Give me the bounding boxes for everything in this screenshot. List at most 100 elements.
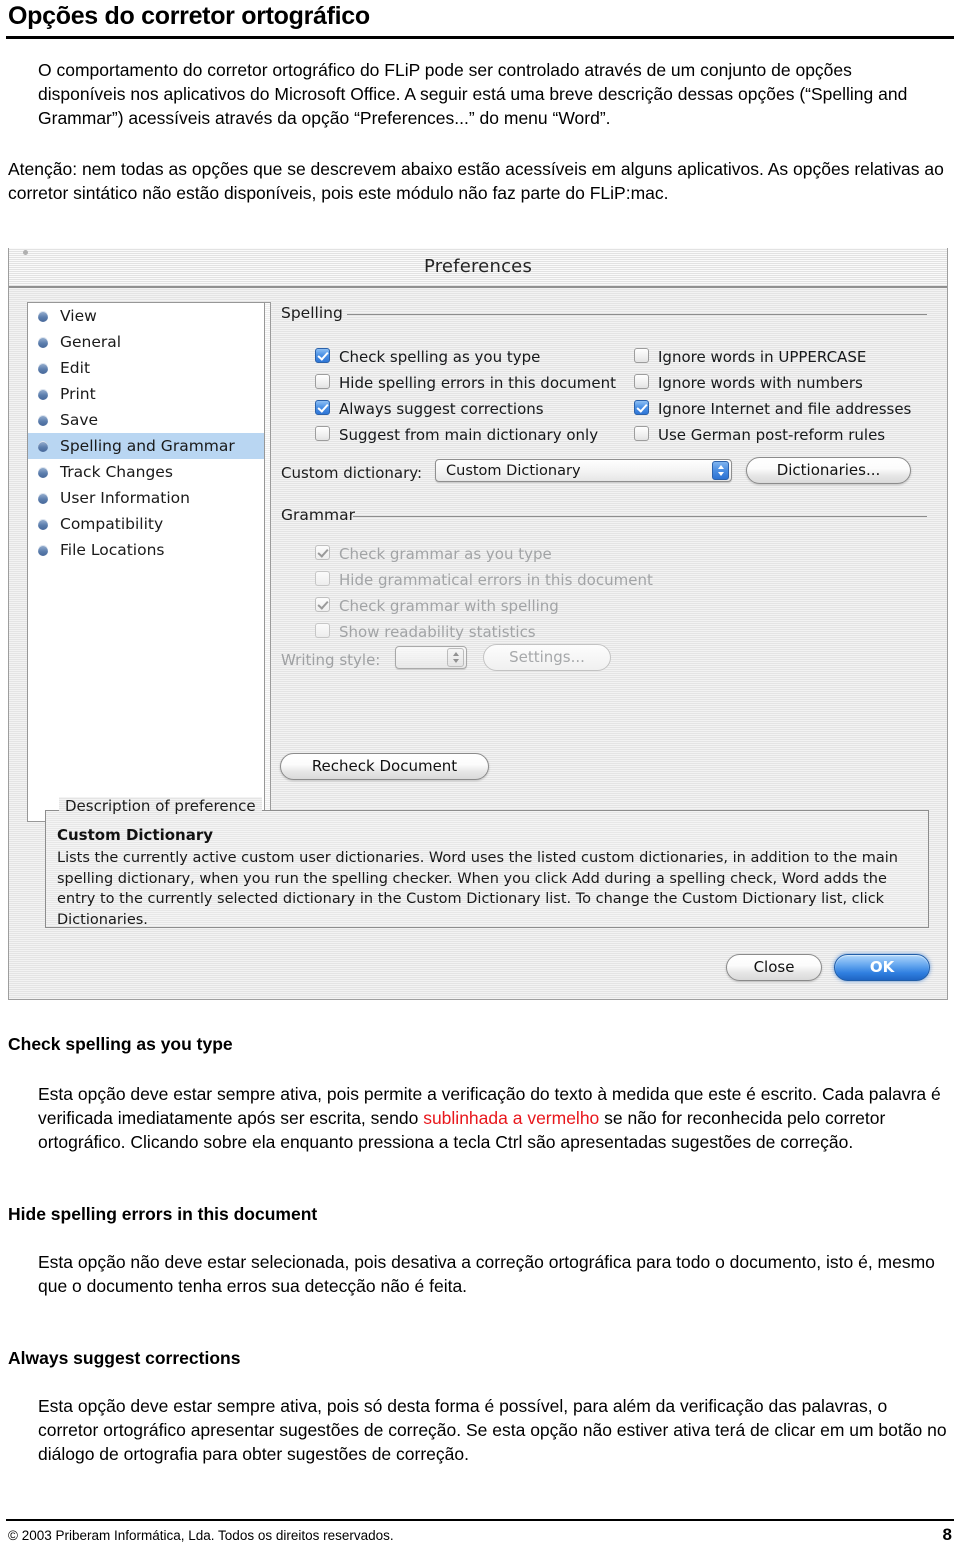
sidebar-item-save[interactable]: Save	[28, 407, 264, 433]
spelling-group-label: Spelling	[281, 304, 343, 322]
footer-copyright: © 2003 Priberam Informática, Lda. Todos …	[8, 1528, 394, 1543]
section-heading-always-suggest: Always suggest corrections	[8, 1348, 241, 1368]
checkbox-empty-icon	[315, 571, 330, 586]
checkmark-icon	[315, 597, 330, 612]
sidebar-item-spelling-and-grammar[interactable]: Spelling and Grammar	[28, 433, 264, 459]
sidebar-item-label: Spelling and Grammar	[60, 437, 235, 455]
intro-paragraph-2: Atenção: nem todas as opções que se desc…	[8, 159, 944, 203]
checkbox-empty-icon	[315, 426, 330, 441]
recheck-document-button[interactable]: Recheck Document	[280, 753, 489, 780]
sidebar-item-track-changes[interactable]: Track Changes	[28, 459, 264, 485]
sidebar-item-file-locations[interactable]: File Locations	[28, 537, 264, 563]
section-body-always-suggest: Esta opção deve estar sempre ativa, pois…	[38, 1396, 947, 1464]
checkbox-use-german-post-reform-rules[interactable]: Use German post-reform rules	[634, 426, 885, 444]
sidebar-item-user-information[interactable]: User Information	[28, 485, 264, 511]
sidebar-bullet-icon	[38, 545, 48, 556]
checkmark-icon	[315, 545, 330, 560]
checkbox-hide-grammatical-errors-in-this-document: Hide grammatical errors in this document	[315, 571, 653, 589]
section-heading-hide-errors: Hide spelling errors in this document	[8, 1204, 318, 1224]
sidebar-item-print[interactable]: Print	[28, 381, 264, 407]
checkbox-suggest-from-main-dictionary-only[interactable]: Suggest from main dictionary only	[315, 426, 598, 444]
sidebar-item-label: File Locations	[60, 541, 165, 559]
document-page: Opções do corretor ortográfico O comport…	[0, 0, 960, 1567]
section-body-check-spelling: Esta opção deve estar sempre ativa, pois…	[38, 1082, 944, 1154]
sidebar-item-label: Print	[60, 385, 96, 403]
sidebar-item-general[interactable]: General	[28, 329, 264, 355]
checkbox-label: Ignore words with numbers	[658, 374, 863, 392]
section-body-red-text: sublinhada a vermelho	[423, 1108, 600, 1128]
checkbox-label: Suggest from main dictionary only	[339, 426, 599, 444]
sidebar-bullet-icon	[38, 389, 48, 400]
sidebar-bullet-icon	[38, 311, 48, 322]
title-divider	[6, 36, 954, 39]
checkbox-check-grammar-as-you-type: Check grammar as you type	[315, 545, 552, 563]
custom-dictionary-popup[interactable]: Custom Dictionary	[435, 459, 732, 482]
description-heading: Custom Dictionary	[57, 826, 214, 844]
footer-page-number: 8	[942, 1525, 952, 1544]
checkbox-ignore-internet-and-file-addresses[interactable]: Ignore Internet and file addresses	[634, 400, 911, 418]
preferences-sidebar[interactable]: View General Edit Print Save Spelling and Gra…	[27, 302, 265, 822]
section-body-hide-errors: Esta opção não deve estar selecionada, p…	[38, 1252, 935, 1296]
checkmark-icon	[315, 348, 330, 363]
spelling-group-rule	[347, 314, 927, 315]
checkbox-label: Check grammar with spelling	[339, 597, 559, 615]
sidebar-item-label: General	[60, 333, 122, 351]
checkbox-label: Hide grammatical errors in this document	[339, 571, 653, 589]
checkbox-label: Always suggest corrections	[339, 400, 544, 418]
sidebar-scrollbar[interactable]	[265, 302, 271, 822]
intro-paragraph-1: O comportamento do corretor ortográfico …	[38, 60, 908, 128]
sidebar-bullet-icon	[38, 415, 48, 426]
checkbox-check-grammar-with-spelling: Check grammar with spelling	[315, 597, 559, 615]
sidebar-bullet-icon	[38, 493, 48, 504]
sidebar-item-label: Compatibility	[60, 515, 164, 533]
footer-divider	[6, 1519, 954, 1521]
checkbox-ignore-words-with-numbers[interactable]: Ignore words with numbers	[634, 374, 863, 392]
checkbox-label: Check spelling as you type	[339, 348, 541, 366]
checkbox-ignore-words-in-uppercase[interactable]: Ignore words in UPPERCASE	[634, 348, 866, 366]
sidebar-item-label: Edit	[60, 359, 91, 377]
sidebar-bullet-icon	[38, 363, 48, 374]
writing-style-label: Writing style:	[281, 651, 381, 669]
sidebar-item-view[interactable]: View	[28, 303, 264, 329]
checkbox-always-suggest-corrections[interactable]: Always suggest corrections	[315, 400, 544, 418]
sidebar-bullet-icon	[38, 337, 48, 348]
sidebar-item-label: Track Changes	[60, 463, 173, 481]
titlebar-nub-icon	[23, 250, 28, 255]
preferences-dialog: Preferences View General Edit Print Save Spel…	[8, 248, 948, 1000]
dialog-title: Preferences	[423, 256, 533, 277]
close-button[interactable]: Close	[726, 954, 822, 981]
checkbox-label: Check grammar as you type	[339, 545, 552, 563]
checkbox-label: Ignore Internet and file addresses	[658, 400, 912, 418]
chevron-updown-icon	[447, 648, 464, 667]
writing-style-popup[interactable]	[395, 646, 467, 669]
description-group-label: Description of preference	[59, 797, 262, 815]
sidebar-bullet-icon	[38, 441, 48, 452]
checkbox-empty-icon	[634, 348, 649, 363]
checkbox-hide-spelling-errors-in-this-document[interactable]: Hide spelling errors in this document	[315, 374, 616, 392]
checkbox-empty-icon	[634, 426, 649, 441]
sidebar-item-label: View	[60, 307, 97, 325]
checkbox-show-readability-statistics: Show readability statistics	[315, 623, 536, 641]
sidebar-item-label: User Information	[60, 489, 190, 507]
checkbox-label: Show readability statistics	[339, 623, 536, 641]
checkbox-label: Ignore words in UPPERCASE	[658, 348, 867, 366]
grammar-group-rule	[353, 516, 927, 517]
custom-dictionary-label: Custom dictionary:	[281, 464, 423, 482]
custom-dictionary-value: Custom Dictionary	[446, 463, 581, 479]
checkbox-label: Use German post-reform rules	[658, 426, 886, 444]
sidebar-bullet-icon	[38, 467, 48, 478]
sidebar-item-edit[interactable]: Edit	[28, 355, 264, 381]
sidebar-item-compatibility[interactable]: Compatibility	[28, 511, 264, 537]
sidebar-bullet-icon	[38, 519, 48, 530]
chevron-updown-icon	[712, 461, 729, 480]
checkmark-icon	[315, 400, 330, 415]
dialog-titlebar[interactable]: Preferences	[9, 248, 947, 288]
checkbox-check-spelling-as-you-type[interactable]: Check spelling as you type	[315, 348, 540, 366]
checkbox-empty-icon	[315, 374, 330, 389]
checkbox-empty-icon	[634, 374, 649, 389]
description-text: Lists the currently active custom user d…	[57, 850, 898, 928]
checkbox-label: Hide spelling errors in this document	[339, 374, 616, 392]
settings-button[interactable]: Settings...	[483, 644, 611, 671]
dictionaries-button[interactable]: Dictionaries...	[746, 457, 911, 484]
ok-button[interactable]: OK	[834, 954, 930, 981]
